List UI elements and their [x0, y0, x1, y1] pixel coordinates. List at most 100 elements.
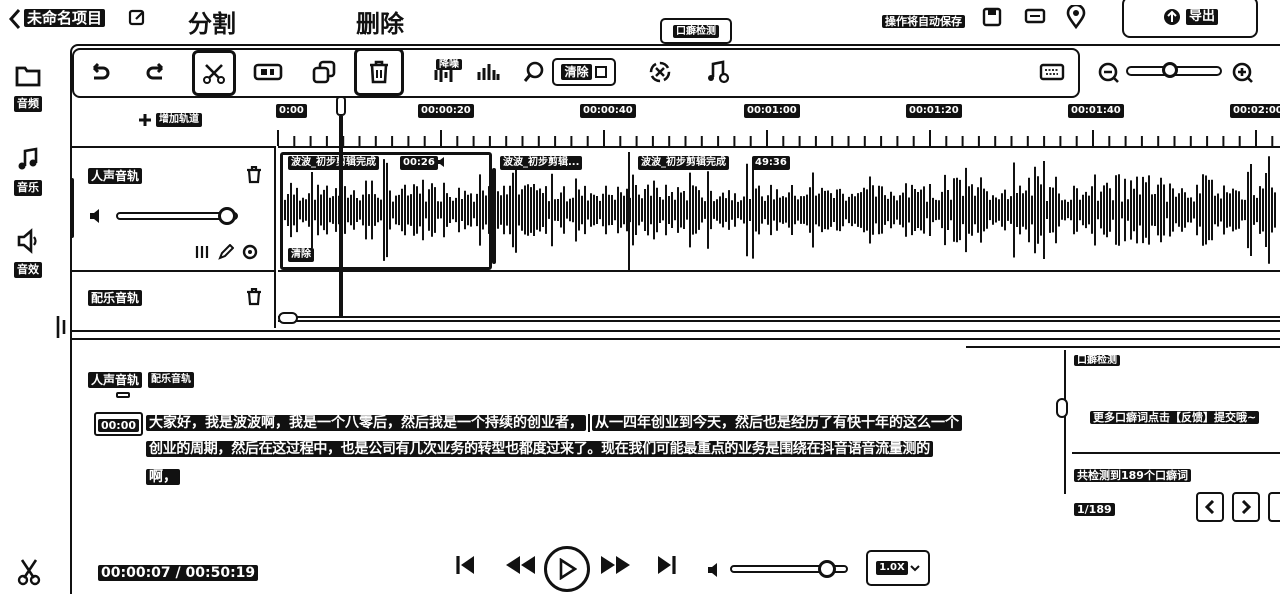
- speed-button[interactable]: 1.0X: [866, 550, 930, 586]
- active-tab-indicator: [116, 392, 130, 398]
- fast-forward-button[interactable]: [596, 550, 636, 580]
- zoom-slider-thumb[interactable]: [1162, 62, 1178, 78]
- clip-badge[interactable]: 清除: [288, 248, 314, 262]
- splitter-grip[interactable]: [966, 338, 1280, 348]
- sidebar-item-label: 音频: [14, 96, 42, 112]
- chevron-left-icon[interactable]: [8, 8, 22, 30]
- skip-start-button[interactable]: [452, 550, 480, 580]
- save-icon[interactable]: [982, 7, 1002, 27]
- zoom-in-icon[interactable]: [1232, 62, 1254, 84]
- fast-forward-icon: [599, 553, 633, 577]
- panel-hint[interactable]: 更多口癖词点击【反馈】提交哦~: [1090, 411, 1260, 424]
- tab-music[interactable]: 配乐音轨: [148, 372, 195, 388]
- transcript-line[interactable]: 啊，: [146, 469, 180, 485]
- playhead-handle[interactable]: [336, 96, 346, 116]
- volume-icon[interactable]: [706, 562, 724, 578]
- grid-icon[interactable]: [194, 244, 210, 260]
- rewind-button[interactable]: [500, 550, 540, 580]
- pencil-icon[interactable]: [218, 244, 234, 260]
- player-time: 00:00:07 / 00:50:19: [98, 565, 259, 581]
- speed-label: 1.0X: [876, 561, 908, 575]
- next-button[interactable]: [1232, 492, 1260, 522]
- copy-icon: [311, 59, 337, 85]
- delete-button[interactable]: [354, 48, 404, 96]
- player-volume-thumb[interactable]: [818, 560, 836, 578]
- panel-found-count: 共检测到189个口癖词: [1074, 469, 1191, 482]
- trash-icon[interactable]: [246, 288, 262, 306]
- clip-trim-handle[interactable]: [492, 168, 496, 264]
- music-track-lane[interactable]: [278, 270, 1280, 328]
- skip-end-icon: [654, 553, 678, 577]
- split-button[interactable]: [192, 50, 236, 96]
- sidebar-item-audio[interactable]: 音频: [6, 64, 50, 112]
- clear-button[interactable]: 清除: [552, 58, 616, 86]
- edit-icon[interactable]: [128, 9, 146, 27]
- track-header-vocal[interactable]: 人声音轨: [70, 146, 276, 270]
- bar-chart-icon: [476, 62, 500, 82]
- track-header-music[interactable]: 配乐音轨: [72, 270, 276, 328]
- denoise-label: 降噪: [436, 59, 462, 70]
- trash-icon[interactable]: [246, 166, 262, 184]
- sidebar-item-sfx[interactable]: 音效: [6, 228, 50, 278]
- add-track-button[interactable]: 增加轨道: [138, 113, 202, 127]
- trim-button[interactable]: [248, 52, 288, 92]
- player-volume-slider[interactable]: [730, 560, 848, 578]
- rewind-icon: [503, 553, 537, 577]
- prev-button[interactable]: [1196, 492, 1224, 522]
- panel-splitter[interactable]: [56, 314, 72, 340]
- chevron-left-icon: [1204, 500, 1216, 514]
- tab-vocal[interactable]: 人声音轨: [88, 372, 143, 388]
- trash-icon: [367, 59, 391, 85]
- zoom-out-icon[interactable]: [1098, 62, 1120, 84]
- export-button[interactable]: 导出: [1122, 0, 1258, 38]
- folder-icon: [14, 64, 42, 88]
- track-drag-handle[interactable]: [70, 178, 74, 238]
- music-gear-icon: [705, 59, 731, 85]
- music-settings-button[interactable]: [698, 52, 738, 92]
- music-clip-handle[interactable]: [278, 312, 298, 324]
- settings-icon[interactable]: [242, 244, 258, 260]
- keyboard-shortcuts-button[interactable]: [1032, 52, 1072, 92]
- ruler-label: 0:00: [276, 104, 307, 118]
- track-volume-slider[interactable]: [116, 207, 238, 225]
- undo-icon: [88, 62, 112, 82]
- panel-scroll-thumb[interactable]: [1056, 398, 1068, 418]
- add-track-label: 增加轨道: [156, 113, 202, 127]
- copy-button[interactable]: [304, 52, 344, 92]
- panel-rule: [1072, 452, 1280, 454]
- project-title[interactable]: 未命名项目: [24, 9, 106, 27]
- sidebar-item-label: 音乐: [14, 180, 42, 196]
- scissors-logo-icon[interactable]: [16, 558, 42, 586]
- search-replace-button[interactable]: [514, 52, 554, 92]
- volume-balance-button[interactable]: [468, 52, 508, 92]
- playhead[interactable]: [336, 96, 346, 318]
- text-cursor: [588, 414, 590, 432]
- redo-button[interactable]: [136, 52, 176, 92]
- transcript-line[interactable]: 创业的周期，然后在这过程中，也是公司有几次业务的转型也都度过来了。现在我们可能最…: [146, 441, 933, 457]
- ruler-label: 00:00:40: [580, 104, 636, 118]
- export-label: 导出: [1185, 9, 1218, 25]
- transcript-line[interactable]: 从一四年创业到今天，然后也是经历了有快十年的这么一个: [592, 415, 962, 431]
- speaker-icon: [15, 228, 41, 254]
- detect-icon: [647, 59, 673, 85]
- skip-end-button[interactable]: [652, 550, 680, 580]
- feedback-icon[interactable]: [1024, 8, 1046, 26]
- play-icon: [557, 558, 577, 580]
- more-button[interactable]: [1268, 492, 1280, 522]
- transcript-body[interactable]: 00:00 大家好，我是波波啊，我是一个八零后，然后我是一个持续的创业者， 从一四…: [88, 404, 1050, 490]
- location-pin-icon[interactable]: [1066, 5, 1086, 29]
- undo-button[interactable]: [80, 52, 120, 92]
- clip-title: 波波_初步剪辑完成: [638, 156, 729, 170]
- ruler-label: 00:00:20: [418, 104, 474, 118]
- volume-icon[interactable]: [88, 208, 106, 224]
- verbal-tic-detect-button[interactable]: [640, 52, 680, 92]
- sidebar: 音频 音乐 音效: [0, 44, 58, 594]
- transcript-line[interactable]: 大家好，我是波波啊，我是一个八零后，然后我是一个持续的创业者，: [146, 415, 586, 431]
- clip-title: 波波_初步剪辑完成: [288, 156, 379, 170]
- play-button[interactable]: [544, 546, 590, 592]
- track-volume-thumb[interactable]: [218, 207, 236, 225]
- transcript-timestamp[interactable]: 00:00: [98, 419, 140, 432]
- sidebar-item-music[interactable]: 音乐: [6, 146, 50, 196]
- zoom-slider[interactable]: [1126, 62, 1222, 78]
- sidebar-item-label: 音效: [14, 262, 42, 278]
